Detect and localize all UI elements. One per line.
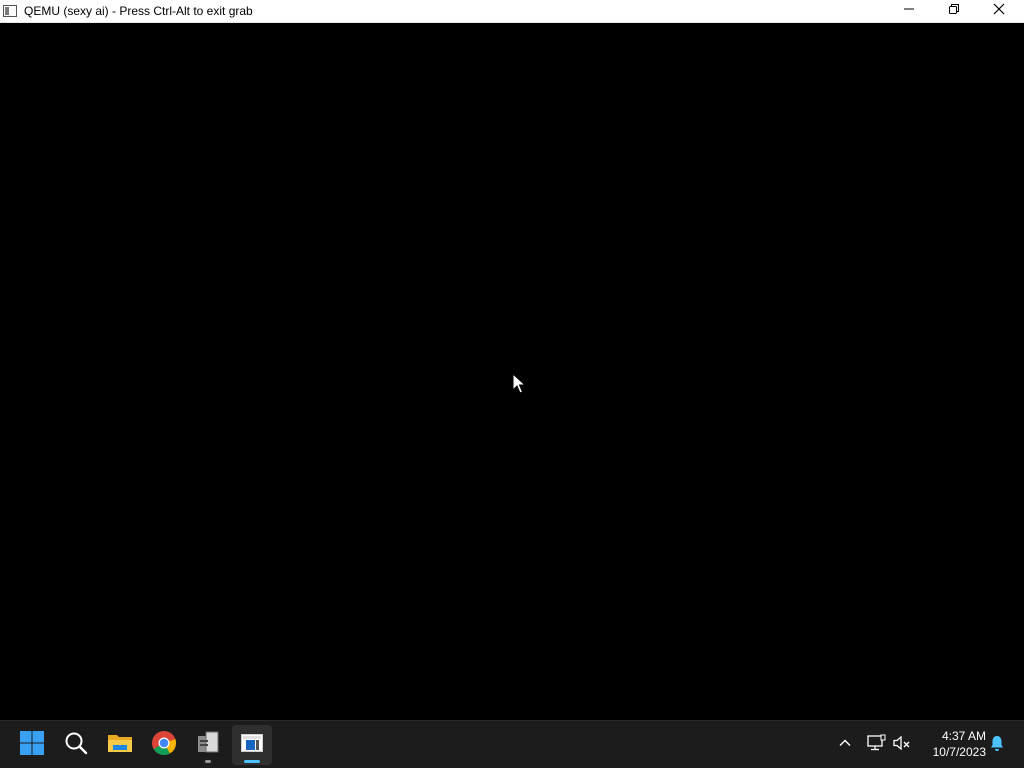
minimize-button[interactable] — [886, 0, 931, 22]
title-bar[interactable]: QEMU (sexy ai) - Press Ctrl-Alt to exit … — [0, 0, 1024, 23]
minimize-icon — [903, 2, 915, 20]
search-button[interactable] — [56, 725, 96, 765]
running-indicator — [205, 760, 211, 763]
network-button[interactable] — [864, 733, 888, 757]
volume-button[interactable] — [890, 733, 914, 757]
start-button[interactable] — [12, 725, 52, 765]
app-button[interactable] — [188, 725, 228, 765]
chrome-icon — [151, 730, 177, 761]
show-hidden-icons-button[interactable] — [833, 733, 857, 757]
qemu-window: QEMU (sexy ai) - Press Ctrl-Alt to exit … — [0, 0, 1024, 768]
mouse-pointer-icon — [512, 372, 528, 395]
qemu-taskbar-button[interactable] — [232, 725, 272, 765]
network-icon — [866, 734, 886, 757]
tool-app-icon — [195, 730, 221, 761]
search-icon — [64, 731, 88, 760]
window-title: QEMU (sexy ai) - Press Ctrl-Alt to exit … — [24, 4, 253, 18]
file-explorer-button[interactable] — [100, 725, 140, 765]
guest-display[interactable] — [0, 23, 1024, 720]
bell-icon — [988, 734, 1006, 757]
chevron-up-icon — [838, 736, 852, 755]
volume-muted-icon — [892, 734, 912, 757]
windows-start-icon — [19, 730, 45, 761]
chrome-button[interactable] — [144, 725, 184, 765]
close-icon — [993, 2, 1005, 20]
clock-date: 10/7/2023 — [932, 745, 986, 759]
clock-time: 4:37 AM — [941, 729, 986, 743]
taskbar: 4:37 AM 10/7/2023 — [0, 720, 1024, 768]
close-button[interactable] — [976, 0, 1021, 22]
restore-icon — [948, 2, 960, 20]
active-indicator — [244, 760, 260, 763]
qemu-taskbar-icon — [240, 731, 264, 760]
folder-icon — [107, 731, 133, 760]
notifications-button[interactable] — [985, 733, 1009, 757]
qemu-monitor-icon — [3, 4, 17, 18]
clock[interactable]: 4:37 AM 10/7/2023 — [918, 728, 986, 760]
restore-button[interactable] — [931, 0, 976, 22]
